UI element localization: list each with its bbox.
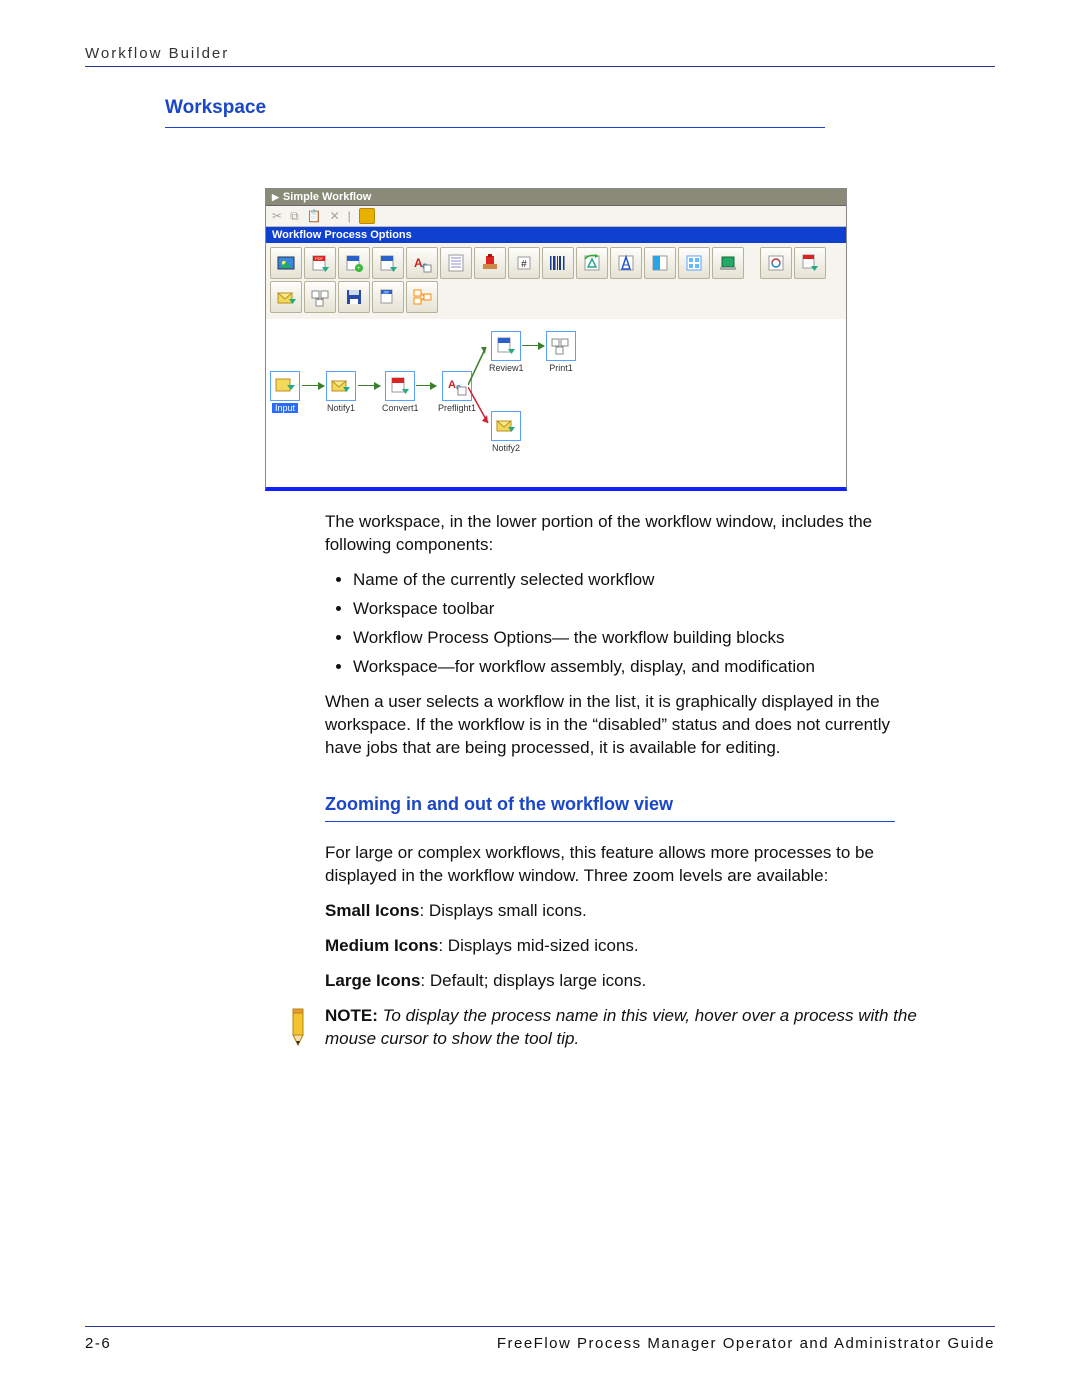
process-option-icon[interactable] xyxy=(304,281,336,313)
list-item: Name of the currently selected workflow xyxy=(353,569,920,592)
node-convert1[interactable]: Convert1 xyxy=(382,371,419,413)
heading-zooming: Zooming in and out of the workflow view xyxy=(325,794,895,822)
svg-text:PDF: PDF xyxy=(315,256,324,261)
zoom-large: Large Icons: Default; displays large ico… xyxy=(325,970,920,993)
workspace-toolbar: ✂ ⧉ 📋 ✕ | xyxy=(266,206,846,227)
page-header: Workflow Builder xyxy=(85,45,995,67)
paragraph: The workspace, in the lower portion of t… xyxy=(325,511,920,557)
gold-icon xyxy=(359,208,375,224)
copy-icon: ⧉ xyxy=(290,209,299,224)
node-review1[interactable]: Review1 xyxy=(489,331,524,373)
process-option-icon[interactable]: # xyxy=(508,247,540,279)
bullet-list: Name of the currently selected workflow … xyxy=(325,569,920,679)
process-option-icon[interactable] xyxy=(678,247,710,279)
paragraph: When a user selects a workflow in the li… xyxy=(325,691,920,760)
workflow-title-bar: ▶ Simple Workflow xyxy=(266,189,846,206)
list-item: Workflow Process Options— the workflow b… xyxy=(353,627,920,650)
process-options-palette: PDF + Ac # JDF xyxy=(266,243,846,319)
process-option-icon[interactable] xyxy=(440,247,472,279)
paste-icon: 📋 xyxy=(307,209,322,223)
process-option-icon[interactable] xyxy=(270,247,302,279)
list-item: Workspace toolbar xyxy=(353,598,920,621)
node-notify1[interactable]: Notify1 xyxy=(326,371,356,413)
paragraph: For large or complex workflows, this fea… xyxy=(325,842,920,888)
process-option-icon[interactable]: JDF xyxy=(372,281,404,313)
page-number: 2-6 xyxy=(85,1335,111,1352)
connector-icon xyxy=(468,387,494,431)
cut-icon: ✂ xyxy=(272,209,282,223)
node-input[interactable]: Input xyxy=(270,371,300,413)
connector-icon xyxy=(468,343,492,393)
svg-text:A: A xyxy=(448,379,456,391)
process-option-icon[interactable]: + xyxy=(338,247,370,279)
node-print1[interactable]: Print1 xyxy=(546,331,576,373)
note-block: NOTE: To display the process name in thi… xyxy=(285,1005,920,1051)
expand-icon: ▶ xyxy=(272,192,279,203)
heading-workspace: Workspace xyxy=(165,97,825,128)
process-option-icon[interactable] xyxy=(794,247,826,279)
process-option-icon[interactable] xyxy=(610,247,642,279)
process-option-icon[interactable]: PDF xyxy=(304,247,336,279)
process-option-icon[interactable]: Ac xyxy=(406,247,438,279)
pencil-icon xyxy=(285,1007,315,1047)
workspace-screenshot: ▶ Simple Workflow ✂ ⧉ 📋 ✕ | Workflow Pro… xyxy=(265,188,847,491)
process-option-icon[interactable] xyxy=(760,247,792,279)
process-option-icon[interactable] xyxy=(372,247,404,279)
connector-icon xyxy=(416,385,436,386)
connector-icon xyxy=(358,385,380,386)
page-footer: 2-6 FreeFlow Process Manager Operator an… xyxy=(85,1326,995,1352)
process-option-icon[interactable] xyxy=(270,281,302,313)
zoom-small: Small Icons: Displays small icons. xyxy=(325,900,920,923)
process-option-icon[interactable] xyxy=(644,247,676,279)
process-option-icon[interactable] xyxy=(542,247,574,279)
workflow-name: Simple Workflow xyxy=(283,191,371,203)
svg-text:+: + xyxy=(357,266,361,272)
list-item: Workspace—for workflow assembly, display… xyxy=(353,656,920,679)
process-option-icon[interactable] xyxy=(338,281,370,313)
workflow-canvas: Input Notify1 Convert1 Ac Preflight1 Rev… xyxy=(266,319,846,487)
process-option-icon[interactable] xyxy=(576,247,608,279)
process-option-icon[interactable] xyxy=(406,281,438,313)
svg-text:JDF: JDF xyxy=(383,291,389,295)
process-option-icon[interactable] xyxy=(712,247,744,279)
zoom-medium: Medium Icons: Displays mid-sized icons. xyxy=(325,935,920,958)
svg-text:#: # xyxy=(521,259,527,270)
connector-icon xyxy=(302,385,324,386)
delete-icon: ✕ xyxy=(330,209,340,223)
connector-icon xyxy=(522,345,544,346)
book-title: FreeFlow Process Manager Operator and Ad… xyxy=(497,1335,995,1352)
process-options-header: Workflow Process Options xyxy=(266,227,846,243)
node-notify2[interactable]: Notify2 xyxy=(491,411,521,453)
process-option-icon[interactable] xyxy=(474,247,506,279)
